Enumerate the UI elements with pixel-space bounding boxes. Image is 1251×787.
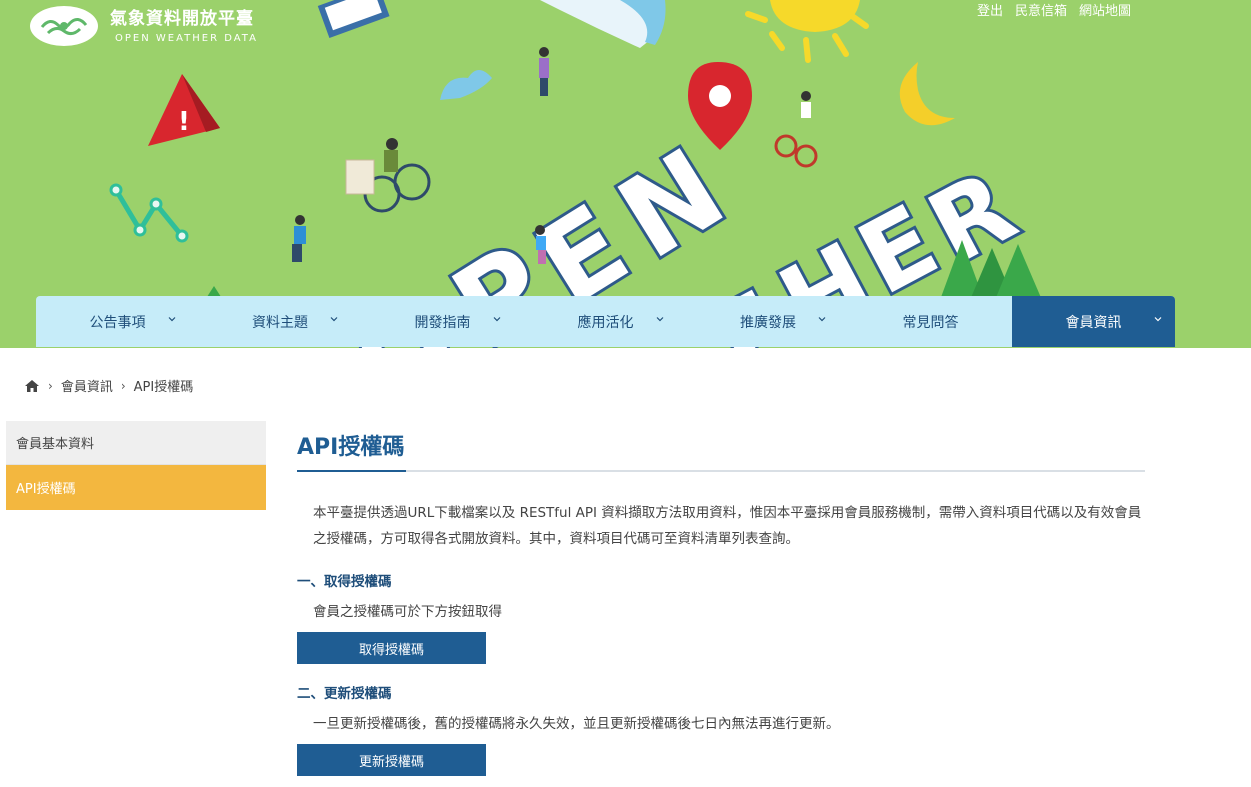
sidebar-item-api-key[interactable]: API授權碼: [6, 465, 266, 510]
nav-item-label: 應用活化: [577, 314, 634, 331]
page-title-bar: API授權碼: [297, 430, 1145, 472]
chevron-down-icon: [818, 317, 826, 322]
breadcrumb: › 會員資訊 › API授權碼: [24, 376, 193, 395]
logo-subtitle: OPEN WEATHER DATA: [115, 33, 258, 44]
nav-item-promotion[interactable]: 推廣發展: [687, 296, 849, 347]
sidebar-item-member-profile[interactable]: 會員基本資料: [6, 421, 266, 465]
logo-title: 氣象資料開放平臺: [110, 9, 254, 29]
nav-item-label: 推廣發展: [740, 314, 796, 331]
breadcrumb-api-key: API授權碼: [133, 380, 194, 395]
nav-item-label: 會員資訊: [1065, 314, 1122, 331]
chevron-down-icon: [656, 317, 664, 322]
svg-text:!: !: [178, 107, 190, 137]
renew-api-key-button[interactable]: 更新授權碼: [297, 744, 486, 776]
breadcrumb-separator: ›: [120, 378, 126, 393]
cwa-logo-icon: [30, 6, 98, 46]
sidebar-item-label: 會員基本資料: [16, 437, 95, 452]
nav-item-dev-guide[interactable]: 開發指南: [361, 296, 524, 347]
top-utility-links: 登出 民意信箱 網站地圖: [977, 0, 1131, 19]
breadcrumb-separator: ›: [48, 378, 53, 393]
chevron-down-icon: [330, 317, 338, 322]
section-title-get-key: 一、取得授權碼: [297, 574, 392, 590]
nav-item-label: 常見問答: [902, 314, 959, 331]
intro-paragraph: 本平臺提供透過URL下載檔案以及 RESTful API 資料擷取方法取用資料，…: [313, 505, 1142, 547]
main-content: API授權碼 本平臺提供透過URL下載檔案以及 RESTful API 資料擷取…: [297, 430, 1145, 776]
nav-item-member-info[interactable]: 會員資訊: [1012, 296, 1175, 347]
header-banner: ! O P E N T H E R: [0, 0, 1251, 348]
nav-item-announcements[interactable]: 公告事項: [36, 296, 199, 347]
sidebar-item-label: API授權碼: [16, 482, 76, 497]
feedback-mailbox-link[interactable]: 民意信箱: [1015, 0, 1067, 19]
chevron-down-icon: [1154, 317, 1162, 322]
sitemap-link[interactable]: 網站地圖: [1079, 0, 1131, 19]
sidebar-menu: 會員基本資料 API授權碼: [6, 421, 266, 510]
logout-link[interactable]: 登出: [977, 0, 1003, 19]
chevron-down-icon: [168, 317, 176, 322]
site-logo[interactable]: 氣象資料開放平臺 OPEN WEATHER DATA: [30, 6, 258, 46]
section-title-renew-key: 二、更新授權碼: [297, 686, 392, 702]
chevron-down-icon: [493, 317, 501, 322]
page-title: API授權碼: [297, 430, 407, 472]
nav-item-label: 資料主題: [252, 314, 308, 331]
get-api-key-button[interactable]: 取得授權碼: [297, 632, 486, 664]
nav-item-data-topics[interactable]: 資料主題: [199, 296, 361, 347]
nav-item-applications[interactable]: 應用活化: [524, 296, 687, 347]
main-navigation: 公告事項 資料主題 開發指南 應用活化 推廣發展 常見問答 會員資訊: [36, 296, 1175, 347]
nav-item-faq[interactable]: 常見問答: [849, 296, 1012, 347]
section-text-renew-key: 一旦更新授權碼後，舊的授權碼將永久失效，並且更新授權碼後七日內無法再進行更新。: [313, 716, 840, 732]
section-text-get-key: 會員之授權碼可於下方按鈕取得: [313, 604, 502, 620]
nav-item-label: 開發指南: [414, 314, 471, 331]
nav-item-label: 公告事項: [89, 314, 146, 331]
breadcrumb-member-info[interactable]: 會員資訊: [61, 376, 113, 395]
home-icon[interactable]: [24, 379, 40, 393]
